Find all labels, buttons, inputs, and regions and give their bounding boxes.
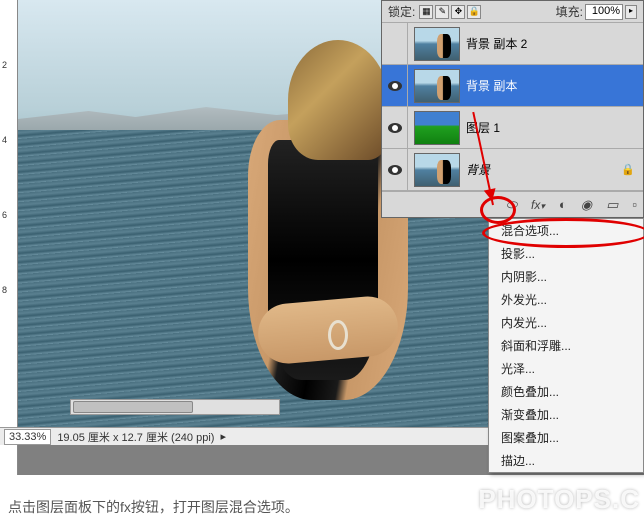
lock-label: 锁定: — [388, 3, 415, 20]
watermark: PHOTOPS.C — [478, 484, 640, 515]
horizontal-scrollbar[interactable] — [70, 399, 280, 415]
layer-thumbnail[interactable] — [414, 111, 460, 145]
layer-thumbnail[interactable] — [414, 153, 460, 187]
lock-all-icon[interactable]: 🔒 — [467, 5, 481, 19]
ruler-tick: 8 — [2, 285, 7, 295]
lock-icon: 🔒 — [621, 163, 635, 176]
zoom-value[interactable]: 33.33% — [4, 429, 51, 445]
vertical-ruler: 2 4 6 8 — [0, 0, 18, 475]
ruler-tick: 2 — [2, 60, 7, 70]
fill-input[interactable]: 100% — [585, 4, 623, 20]
layers-panel: 锁定: ▦ ✎ ✥ 🔒 填充: 100% ▸ 背景 副本 2 背景 副本图层 1 背… — [381, 0, 644, 218]
lock-transparent-icon[interactable]: ▦ — [419, 5, 433, 19]
fx-menu-item-3[interactable]: 外发光... — [489, 288, 643, 311]
new-layer-icon[interactable]: ▫ — [632, 197, 637, 213]
layer-name-label[interactable]: 图层 1 — [466, 119, 643, 136]
status-arrow-icon[interactable]: ▸ — [220, 430, 226, 443]
layer-row-3[interactable]: 背景🔒 — [382, 149, 643, 191]
fx-menu-item-5[interactable]: 斜面和浮雕... — [489, 334, 643, 357]
fx-menu-item-6[interactable]: 光泽... — [489, 357, 643, 380]
layer-name-label[interactable]: 背景 副本 — [466, 77, 643, 94]
fx-menu-item-8[interactable]: 渐变叠加... — [489, 403, 643, 426]
layer-thumbnail[interactable] — [414, 27, 460, 61]
mask-icon[interactable]: ◐ — [559, 197, 567, 213]
fx-button[interactable]: fx▾ — [531, 197, 545, 213]
fill-label: 填充: — [556, 3, 583, 20]
fx-menu-item-0[interactable]: 混合选项... — [489, 219, 643, 242]
fx-menu-item-2[interactable]: 内阴影... — [489, 265, 643, 288]
group-icon[interactable]: ▭ — [606, 197, 618, 213]
layers-panel-footer: ⬭ fx▾ ◐ ◉ ▭ ▫ — [382, 191, 643, 217]
fx-menu-item-7[interactable]: 颜色叠加... — [489, 380, 643, 403]
layer-name-label[interactable]: 背景 副本 2 — [466, 35, 643, 52]
layer-row-0[interactable]: 背景 副本 2 — [382, 23, 643, 65]
visibility-toggle[interactable] — [382, 149, 408, 190]
link-layers-icon[interactable]: ⬭ — [506, 197, 517, 213]
lock-position-icon[interactable]: ✥ — [451, 5, 465, 19]
lock-pixels-icon[interactable]: ✎ — [435, 5, 449, 19]
fill-dropdown-icon[interactable]: ▸ — [625, 5, 637, 19]
layers-panel-header: 锁定: ▦ ✎ ✥ 🔒 填充: 100% ▸ — [382, 1, 643, 23]
visibility-toggle[interactable] — [382, 107, 408, 148]
adjustment-icon[interactable]: ◉ — [581, 197, 592, 213]
eye-icon — [388, 81, 402, 91]
fx-menu-item-9[interactable]: 图案叠加... — [489, 426, 643, 449]
eye-icon — [388, 165, 402, 175]
eye-icon — [388, 123, 402, 133]
fx-menu-item-10[interactable]: 描边... — [489, 449, 643, 472]
ruler-tick: 6 — [2, 210, 7, 220]
visibility-toggle[interactable] — [382, 65, 408, 106]
layer-row-1[interactable]: 背景 副本 — [382, 65, 643, 107]
status-bar: 33.33% 19.05 厘米 x 12.7 厘米 (240 ppi) ▸ — [0, 427, 490, 445]
fx-menu-item-1[interactable]: 投影... — [489, 242, 643, 265]
ruler-tick: 4 — [2, 135, 7, 145]
doc-info: 19.05 厘米 x 12.7 厘米 (240 ppi) — [57, 429, 214, 445]
layer-thumbnail[interactable] — [414, 69, 460, 103]
layer-row-2[interactable]: 图层 1 — [382, 107, 643, 149]
fx-dropdown-menu: 混合选项...投影...内阴影...外发光...内发光...斜面和浮雕...光泽… — [488, 218, 644, 473]
layer-name-label[interactable]: 背景 — [466, 161, 621, 178]
fx-menu-item-4[interactable]: 内发光... — [489, 311, 643, 334]
tutorial-caption: 点击图层面板下的fx按钮，打开图层混合选项。 — [8, 497, 299, 517]
visibility-toggle[interactable] — [382, 23, 408, 64]
